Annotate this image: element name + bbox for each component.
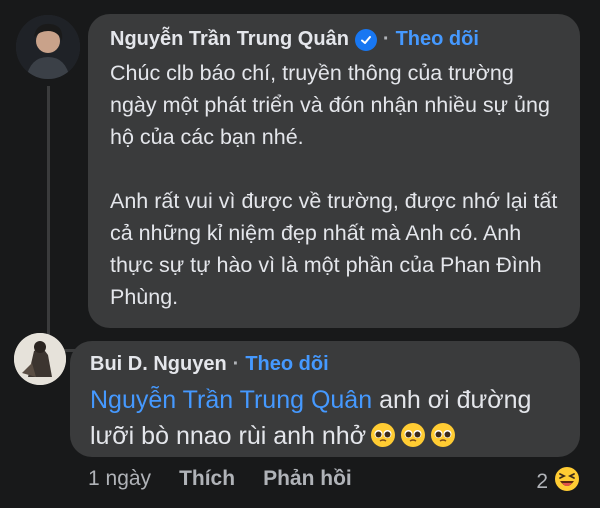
reply-button[interactable]: Phản hồi: [263, 467, 352, 491]
reaction-count: 2: [536, 470, 548, 493]
comment-header: Nguyễn Trần Trung Quân · Theo dõi: [110, 28, 558, 51]
separator-dot: ·: [382, 28, 390, 50]
comment-author[interactable]: Nguyễn Trần Trung Quân: [110, 28, 349, 51]
pleading-face-emoji-icon: [400, 422, 426, 448]
comment-text: Chúc clb báo chí, truyền thông của trườn…: [110, 61, 558, 309]
laughing-emoji-icon: [552, 464, 582, 500]
mention-link[interactable]: Nguyễn Trần Trung Quân: [90, 386, 372, 414]
pleading-face-emoji-icon: [370, 422, 396, 448]
follow-button[interactable]: Theo dõi: [245, 353, 328, 376]
reaction-summary[interactable]: 2: [536, 464, 582, 500]
separator-dot: ·: [232, 353, 240, 375]
verified-badge-icon: [354, 28, 377, 51]
avatar[interactable]: [16, 15, 80, 79]
like-button[interactable]: Thích: [179, 467, 235, 491]
timestamp[interactable]: 1 ngày: [88, 467, 151, 491]
thread-line: [47, 86, 50, 341]
follow-button[interactable]: Theo dõi: [396, 28, 479, 51]
reply-text: Nguyễn Trần Trung Quân anh ơi đường lưỡi…: [90, 382, 560, 454]
comment-bubble: Nguyễn Trần Trung Quân · Theo dõi Chúc c…: [88, 14, 580, 328]
reply-author[interactable]: Bui D. Nguyen: [90, 353, 227, 376]
reply-header: Bui D. Nguyen · Theo dõi: [90, 353, 560, 376]
pleading-face-emoji-icon: [430, 422, 456, 448]
reply-actions: 1 ngày Thích Phản hồi: [88, 467, 352, 491]
reply-avatar[interactable]: [14, 333, 66, 385]
reply-bubble: Bui D. Nguyen · Theo dõi Nguyễn Trần Tru…: [70, 341, 580, 457]
